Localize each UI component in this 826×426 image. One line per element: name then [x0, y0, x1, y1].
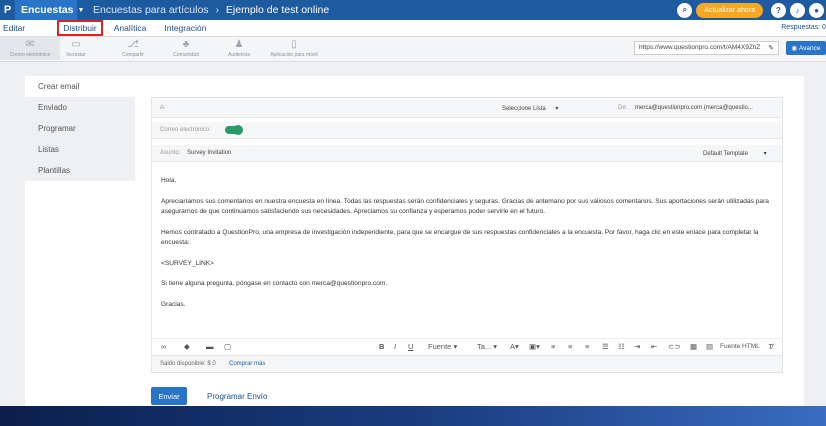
app-menu-label: Encuestas: [21, 4, 74, 16]
tag-icon[interactable]: ◆: [184, 342, 190, 351]
tab-analitica[interactable]: Analítica: [108, 23, 153, 33]
align-left-icon[interactable]: ≡: [551, 342, 555, 351]
pencil-icon[interactable]: ✎: [768, 44, 774, 52]
advance-button[interactable]: ◉ Avance: [786, 41, 826, 55]
link-icon[interactable]: ∞: [161, 342, 166, 351]
tool-embed[interactable]: ▭ Incrustar: [46, 39, 106, 58]
send-button[interactable]: Enviar: [151, 387, 187, 405]
survey-url-field[interactable]: https://www.questionpro.com/t/AM4X9ZhZ ✎: [634, 41, 779, 55]
side-item-programar[interactable]: Programar: [25, 118, 135, 139]
share-icon: ⎇: [127, 39, 139, 50]
from-value[interactable]: merca@questionpro.com (merca@questio...: [635, 105, 753, 111]
font-dropdown[interactable]: Fuente ▾: [428, 342, 457, 351]
text-color-icon[interactable]: A▾: [510, 342, 519, 351]
email-body-editor[interactable]: Hola, Apreciaríamos sus comentarios en n…: [161, 176, 776, 320]
email-compose-form: A: Seleccione Lista ▾ De: merca@question…: [151, 97, 783, 373]
body-survey-link: <SURVEY_LINK>: [161, 259, 215, 267]
box-icon[interactable]: ▢: [224, 342, 231, 351]
eye-icon: ◉: [791, 45, 799, 52]
main-nav: Editar Distribuir Analítica Integración …: [0, 20, 826, 37]
highlight-color-icon[interactable]: ▣▾: [529, 342, 540, 351]
minus-icon[interactable]: ▬: [206, 342, 214, 351]
clear-format-icon[interactable]: T̸: [768, 342, 773, 351]
distribution-toolbar: ✉ Correo electrónico ▭ Incrustar ⎇ Compa…: [0, 37, 826, 62]
caret-down-icon: ▾: [555, 106, 559, 112]
side-item-crear-email[interactable]: Crear email: [25, 76, 135, 97]
side-item-enviado[interactable]: Enviado: [25, 97, 135, 118]
help-icon[interactable]: ?: [771, 2, 786, 18]
bold-button[interactable]: B: [379, 342, 384, 351]
align-center-icon[interactable]: ≡: [568, 342, 572, 351]
community-icon: ♣: [182, 39, 190, 50]
image-icon[interactable]: ▦: [690, 342, 697, 351]
tool-mobile-app[interactable]: ▯ Aplicación para móvil: [264, 39, 324, 58]
size-dropdown[interactable]: Ta... ▾: [477, 342, 497, 351]
tab-distribuir[interactable]: Distribuir: [57, 20, 103, 36]
body-paragraph-1: Apreciaríamos sus comentarios en nuestra…: [161, 197, 769, 216]
survey-title: Ejemplo de test online: [225, 4, 330, 16]
underline-button[interactable]: U: [408, 342, 413, 351]
indent-icon[interactable]: ⇥: [634, 342, 640, 351]
balance-row: Saldo disponible: $ 0 Comprar más: [152, 355, 782, 372]
email-toggle-label: Correo electrónico:: [160, 127, 211, 133]
breadcrumb-folder[interactable]: Encuestas para artículos: [93, 4, 209, 16]
select-list-dropdown[interactable]: Seleccione Lista ▾: [502, 105, 558, 112]
topbar-actions: ⌕ Actualizar ahora ? ♪ ●: [677, 0, 826, 20]
numbered-list-icon[interactable]: ☷: [618, 342, 625, 351]
subject-label: Asunto:: [160, 150, 181, 156]
tool-share[interactable]: ⎇ Compartir: [103, 39, 163, 58]
caret-down-icon: ▾: [763, 151, 767, 157]
body-paragraph-2: Hemos contratado a QuestionPro, una empr…: [161, 228, 759, 247]
schedule-send-link[interactable]: Programar Envío: [207, 392, 267, 401]
template-dropdown[interactable]: Default Template ▾: [703, 150, 767, 157]
app-menu-dropdown[interactable]: Encuestas ▼: [15, 0, 84, 20]
source-html-button[interactable]: Fuente HTML: [720, 343, 760, 350]
email-side-menu: Crear email Enviado Programar Listas Pla…: [25, 76, 135, 181]
email-toggle-switch[interactable]: [225, 125, 243, 135]
bottom-decorative-band: [0, 406, 826, 426]
subject-row: Asunto: Survey Invitation Default Templa…: [152, 145, 782, 162]
chevron-down-icon: ▼: [77, 6, 85, 14]
editor-toolbar: ∞ ◆ ▬ ▢ B I U Fuente ▾ Ta... ▾ A▾ ▣▾ ≡ ≡…: [152, 338, 782, 354]
align-right-icon[interactable]: ≡: [585, 342, 589, 351]
side-item-listas[interactable]: Listas: [25, 139, 135, 160]
body-thanks: Gracias.: [161, 300, 186, 308]
breadcrumb-separator: ›: [215, 4, 219, 16]
balance-text: Saldo disponible: $ 0: [160, 361, 216, 367]
search-icon[interactable]: ⌕: [677, 2, 693, 18]
to-label: A:: [160, 105, 166, 111]
upgrade-button[interactable]: Actualizar ahora: [696, 2, 763, 18]
responses-count: Respuestas: 0: [781, 24, 826, 31]
outdent-icon[interactable]: ⇤: [651, 342, 657, 351]
audience-icon: ♟: [234, 39, 244, 50]
side-item-plantillas[interactable]: Plantillas: [25, 160, 135, 181]
tab-integracion[interactable]: Integración: [158, 23, 212, 33]
tab-editar[interactable]: Editar: [0, 23, 31, 33]
buy-more-link[interactable]: Comprar más: [229, 361, 265, 367]
user-icon[interactable]: ●: [809, 2, 824, 18]
from-label: De:: [618, 105, 628, 111]
mobile-icon: ▯: [291, 39, 297, 50]
code-icon[interactable]: ▤: [706, 342, 713, 351]
body-greeting: Hola,: [161, 177, 177, 184]
hyperlink-icon[interactable]: ⊂⊃: [668, 342, 681, 351]
italic-button[interactable]: I: [394, 342, 396, 351]
subject-input[interactable]: Survey Invitation: [187, 150, 231, 156]
email-toggle-row: Correo electrónico:: [152, 122, 782, 139]
embed-icon: ▭: [71, 39, 81, 50]
top-bar: P Encuestas ▼ Encuestas para artículos ›…: [0, 0, 826, 20]
tool-community[interactable]: ♣ Comunidad: [156, 39, 216, 58]
recipient-row: A: Seleccione Lista ▾ De: merca@question…: [152, 98, 782, 118]
survey-url-text: https://www.questionpro.com/t/AM4X9ZhZ: [639, 44, 761, 51]
tool-audience[interactable]: ♟ Audiencia: [209, 39, 269, 58]
questionpro-logo[interactable]: P: [0, 0, 15, 20]
bell-icon[interactable]: ♪: [790, 2, 805, 18]
body-contact: Si tiene alguna pregunta, póngase en con…: [161, 280, 388, 287]
bullet-list-icon[interactable]: ☰: [602, 342, 609, 351]
